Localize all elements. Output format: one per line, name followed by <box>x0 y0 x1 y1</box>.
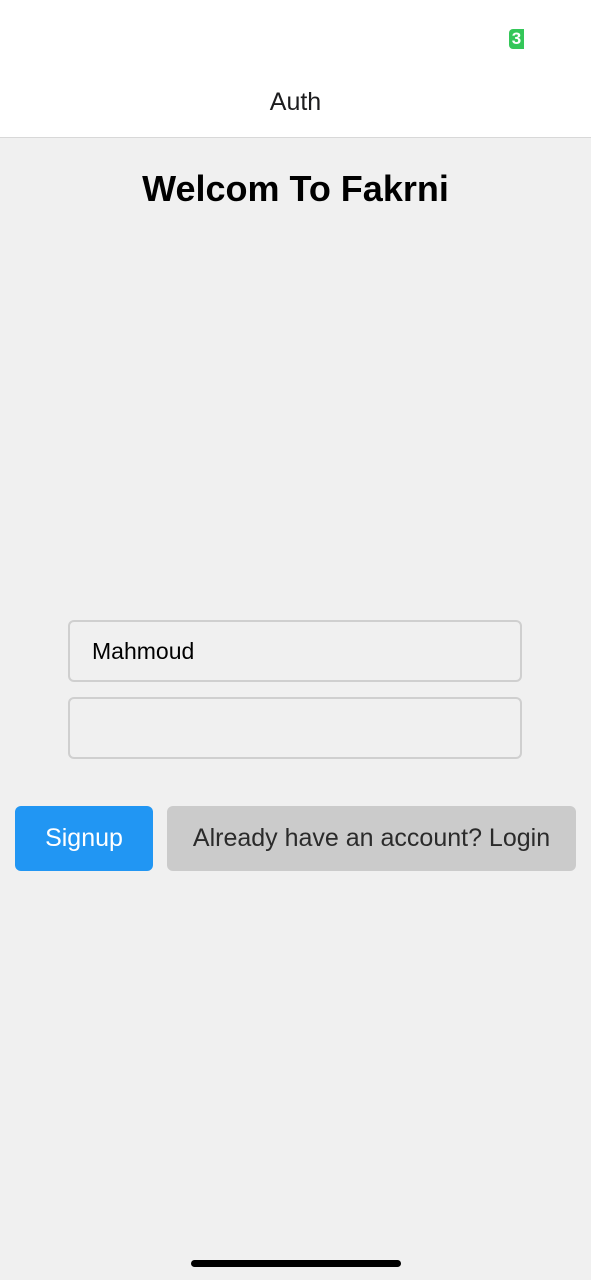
header-title: Auth <box>269 88 322 116</box>
battery-icon: 3 <box>509 29 524 49</box>
status-bar: 3 <box>0 0 591 78</box>
home-indicator[interactable] <box>191 1260 401 1267</box>
navigation-header: Auth <box>0 78 591 138</box>
signup-button[interactable]: Signup <box>15 806 153 871</box>
battery-level: 3 <box>511 29 522 48</box>
login-button[interactable]: Already have an account? Login <box>167 806 576 871</box>
password-input[interactable] <box>68 697 522 759</box>
page-title: Welcom To Fakrni <box>142 168 449 209</box>
username-input[interactable]: Mahmoud <box>68 620 522 682</box>
